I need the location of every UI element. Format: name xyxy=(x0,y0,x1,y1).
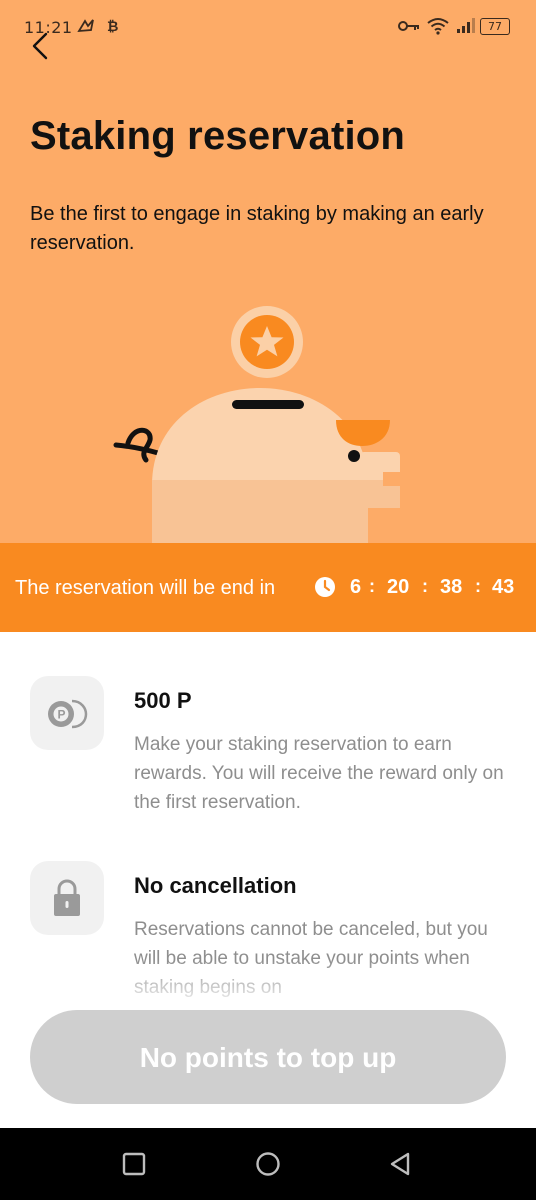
home-button[interactable] xyxy=(254,1150,282,1178)
countdown-separator: : xyxy=(475,576,481,596)
lock-icon xyxy=(54,879,80,916)
system-navigation-bar xyxy=(0,1128,536,1200)
page-subtitle: Be the first to engage in staking by mak… xyxy=(30,203,484,254)
countdown-separator: : xyxy=(369,576,375,596)
scroll-fade xyxy=(0,960,536,1010)
hero-section: 11:21 ₿ 77 Staking reservation Be the fi… xyxy=(0,0,536,543)
piggy-bank-illustration xyxy=(113,306,400,543)
back-arrow-icon[interactable] xyxy=(26,30,58,62)
star-coin-icon xyxy=(231,306,303,378)
item-title: 500 P xyxy=(134,688,192,713)
countdown-separator: : xyxy=(422,576,428,596)
item-description: Make your staking reservation to earn re… xyxy=(134,734,504,813)
battery-icon: 77 xyxy=(480,18,510,35)
clock-icon xyxy=(315,577,335,597)
signal-icon xyxy=(457,18,475,33)
countdown-seconds: 43 xyxy=(492,576,515,598)
top-up-button[interactable]: No points to top up xyxy=(30,1010,506,1104)
points-icon-box: P xyxy=(30,676,104,750)
lock-icon-box xyxy=(30,861,104,935)
svg-text:P: P xyxy=(58,708,66,722)
countdown-days: 6 xyxy=(350,576,362,598)
item-title: No cancellation xyxy=(134,873,297,898)
countdown-minutes: 38 xyxy=(440,576,463,598)
list-item: P 500 P Make your staking reservation to… xyxy=(0,676,536,836)
back-nav-button[interactable] xyxy=(386,1150,414,1178)
recent-apps-button[interactable] xyxy=(120,1150,148,1178)
key-icon xyxy=(398,21,419,31)
status-bar: 11:21 ₿ 77 xyxy=(0,0,536,56)
wifi-icon xyxy=(427,18,449,35)
svg-text:₿: ₿ xyxy=(107,19,118,35)
points-coin-icon: P xyxy=(48,699,88,729)
notification-app-icon xyxy=(77,19,94,33)
battery-level: 77 xyxy=(488,20,502,33)
countdown-bar: The reservation will be end in 6 : 20 : … xyxy=(0,543,536,632)
countdown-label: The reservation will be end in xyxy=(15,577,276,599)
bitcoin-icon: ₿ xyxy=(107,19,118,35)
page-title: Staking reservation xyxy=(30,114,406,158)
countdown-hours: 20 xyxy=(387,576,410,598)
